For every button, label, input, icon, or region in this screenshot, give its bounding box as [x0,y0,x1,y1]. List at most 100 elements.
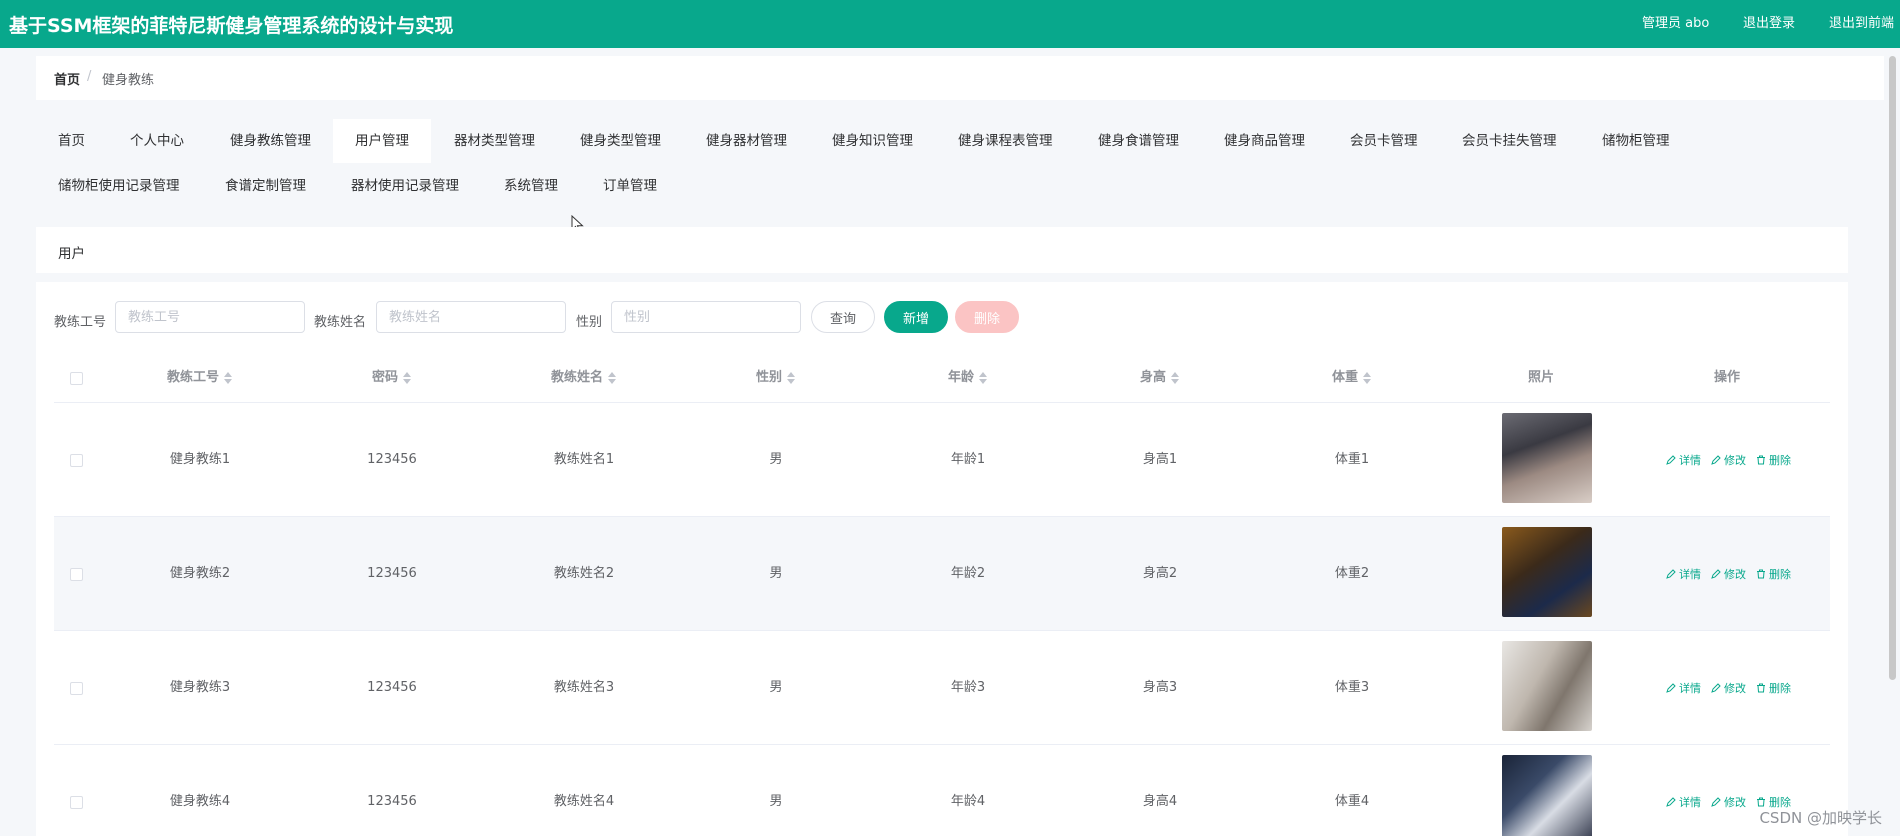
column-header-coach-id[interactable]: 教练工号 [104,352,296,403]
coach-photo [1502,641,1592,731]
delete-button[interactable]: 删除 [1756,566,1791,582]
delete-button[interactable]: 删除 [1756,452,1791,468]
cell-gender: 男 [769,794,783,809]
gender-input[interactable] [611,301,801,333]
row-checkbox[interactable] [70,796,83,809]
nav-item-locker-manage[interactable]: 储物柜管理 [1580,119,1692,163]
cell-age: 年龄4 [950,794,986,809]
sort-icon[interactable] [402,371,412,385]
cell-weight: 体重1 [1334,452,1370,467]
edit-button[interactable]: 修改 [1711,794,1746,810]
column-header-gender[interactable]: 性别 [680,352,872,403]
nav-item-fitness-equipment-manage[interactable]: 健身器材管理 [684,119,809,163]
nav-item-member-card-manage[interactable]: 会员卡管理 [1328,119,1440,163]
cell-gender: 男 [769,566,783,581]
detail-button[interactable]: 详情 [1666,794,1701,810]
add-button[interactable]: 新增 [884,301,948,333]
cell-age: 年龄2 [950,566,986,581]
nav-item-coach-manage[interactable]: 健身教练管理 [208,119,333,163]
nav-item-locker-record-manage[interactable]: 储物柜使用记录管理 [36,164,202,208]
sort-icon[interactable] [223,371,233,385]
breadcrumb-separator: / [87,69,92,84]
edit-icon [1711,797,1721,807]
nav-item-equipment-type-manage[interactable]: 器材类型管理 [432,119,557,163]
cell-coach-name: 教练姓名1 [553,452,615,467]
nav-item-user-manage[interactable]: 用户管理 [333,119,431,163]
cell-coach-id: 健身教练1 [169,452,231,467]
nav-item-card-loss-manage[interactable]: 会员卡挂失管理 [1440,119,1579,163]
trash-icon [1757,455,1765,465]
query-button[interactable]: 查询 [811,301,875,333]
nav-item-personal-center[interactable]: 个人中心 [108,119,206,163]
table-row: 健身教练3 123456 教练姓名3 男 年龄3 身高3 体重3 详情 修改 删… [54,631,1830,745]
column-header-weight[interactable]: 体重 [1256,352,1448,403]
page-scrollbar[interactable] [1889,56,1896,680]
select-all-checkbox[interactable] [70,372,83,385]
cell-coach-id: 健身教练3 [169,680,231,695]
cell-height: 身高3 [1142,680,1178,695]
section-title: 用户 [58,246,85,262]
nav-item-system-manage[interactable]: 系统管理 [482,164,580,208]
search-label-gender: 性别 [576,315,603,330]
nav-item-course-schedule-manage[interactable]: 健身课程表管理 [936,119,1075,163]
row-checkbox[interactable] [70,454,83,467]
breadcrumb-current: 健身教练 [102,73,155,88]
logout-link[interactable]: 退出登录 [1743,12,1795,31]
row-checkbox[interactable] [70,682,83,695]
edit-icon [1666,569,1676,579]
main-panel: 教练工号 教练姓名 性别 查询 新增 删除 教练工号 密码 教练姓名 性别 年龄… [36,282,1848,836]
row-actions: 详情 修改 删除 [1666,631,1791,745]
cell-height: 身高4 [1142,794,1178,809]
edit-button[interactable]: 修改 [1711,452,1746,468]
detail-button[interactable]: 详情 [1666,680,1701,696]
detail-button[interactable]: 详情 [1666,566,1701,582]
cell-age: 年龄3 [950,680,986,695]
column-header-actions: 操作 [1713,370,1740,385]
cell-coach-name: 教练姓名4 [553,794,615,809]
nav-item-recipe-custom-manage[interactable]: 食谱定制管理 [203,164,328,208]
edit-icon [1666,683,1676,693]
nav-item-recipe-manage[interactable]: 健身食谱管理 [1076,119,1201,163]
sort-icon[interactable] [607,371,617,385]
table-row: 健身教练1 123456 教练姓名1 男 年龄1 身高1 体重1 详情 修改 删… [54,403,1830,517]
breadcrumb: 首页 / 健身教练 [36,56,1884,100]
sort-icon[interactable] [1170,371,1180,385]
edit-icon [1666,455,1676,465]
nav-item-fitness-knowledge-manage[interactable]: 健身知识管理 [810,119,935,163]
nav-item-product-manage[interactable]: 健身商品管理 [1202,119,1327,163]
sort-icon[interactable] [978,371,988,385]
coach-name-input[interactable] [376,301,566,333]
cell-coach-name: 教练姓名2 [553,566,615,581]
delete-button[interactable]: 删除 [1756,680,1791,696]
column-header-coach-name[interactable]: 教练姓名 [488,352,680,403]
column-header-password[interactable]: 密码 [296,352,488,403]
exit-to-front-link[interactable]: 退出到前端 [1829,12,1894,31]
nav-item-fitness-type-manage[interactable]: 健身类型管理 [558,119,683,163]
cell-gender: 男 [769,452,783,467]
trash-icon [1757,569,1765,579]
nav-item-home[interactable]: 首页 [36,119,107,163]
column-header-age[interactable]: 年龄 [872,352,1064,403]
cell-coach-name: 教练姓名3 [553,680,615,695]
column-header-height[interactable]: 身高 [1064,352,1256,403]
edit-button[interactable]: 修改 [1711,566,1746,582]
delete-selected-button[interactable]: 删除 [955,301,1019,333]
edit-button[interactable]: 修改 [1711,680,1746,696]
nav-item-equipment-record-manage[interactable]: 器材使用记录管理 [329,164,481,208]
sort-icon[interactable] [1362,371,1372,385]
coach-id-input[interactable] [115,301,305,333]
app-title: 基于SSM框架的菲特尼斯健身管理系统的设计与实现 [9,15,454,37]
detail-button[interactable]: 详情 [1666,452,1701,468]
cell-password: 123456 [367,566,417,581]
trash-icon [1757,797,1765,807]
row-checkbox[interactable] [70,568,83,581]
sort-icon[interactable] [786,371,796,385]
cell-age: 年龄1 [950,452,986,467]
table-row: 健身教练2 123456 教练姓名2 男 年龄2 身高2 体重2 详情 修改 删… [54,517,1830,631]
nav-item-order-manage[interactable]: 订单管理 [581,164,679,208]
coach-photo [1502,527,1592,617]
coach-photo [1502,755,1592,836]
edit-icon [1711,455,1721,465]
breadcrumb-home[interactable]: 首页 [54,69,80,88]
cell-coach-id: 健身教练2 [169,566,231,581]
